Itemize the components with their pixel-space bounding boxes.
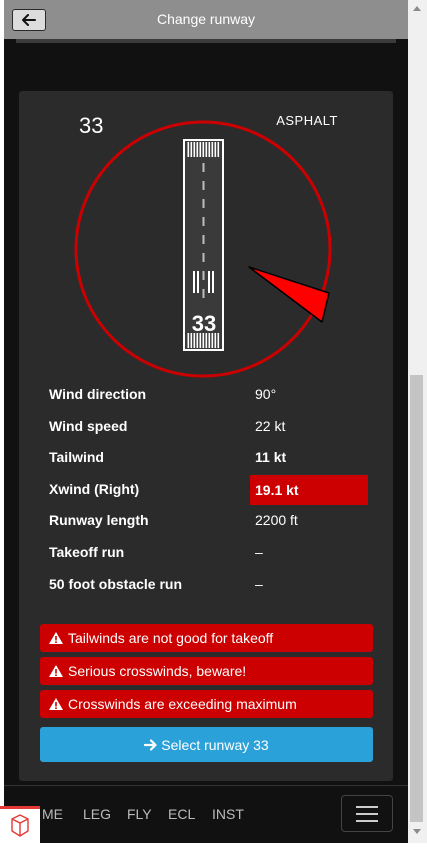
hamburger-icon[interactable] (341, 795, 393, 832)
select-runway-button[interactable]: Select runway 33 (40, 727, 373, 762)
conditions-row: Takeoff run – (41, 537, 381, 569)
condition-label: Takeoff run (49, 543, 125, 560)
scroll-up-icon (413, 6, 421, 11)
condition-label: Runway length (49, 512, 149, 529)
runway-number: 33 (79, 113, 104, 138)
wind-arrow (248, 266, 330, 323)
runway-strip: 33 (183, 139, 224, 351)
conditions-row: Tailwind 11 kt (41, 442, 381, 474)
arrow-right-icon (144, 738, 157, 751)
alert-text: Crosswinds are exceeding maximum (68, 696, 297, 712)
select-runway-label: Select runway 33 (161, 736, 269, 753)
page-title: Change runway (156, 11, 256, 27)
top-bar: Change runway (4, 0, 408, 39)
app-logo (0, 806, 40, 846)
alert-message: Serious crosswinds, beware! (40, 657, 373, 685)
alert-text: Serious crosswinds, beware! (68, 663, 247, 679)
alert-text: Tailwinds are not good for takeoff (68, 630, 274, 646)
conditions-row: Xwind (Right) 19.1 kt (41, 474, 381, 506)
conditions-row: Wind speed 22 kt (41, 411, 381, 443)
nav-item-leg[interactable]: LEG (83, 806, 111, 822)
condition-value: 90° (255, 386, 277, 402)
conditions-row: Runway length 2200 ft (41, 505, 381, 537)
scrollbar[interactable] (408, 0, 427, 843)
conditions-table: Wind direction 90° Wind speed 22 kt Tailwind… (41, 379, 381, 600)
warning-icon (48, 664, 64, 678)
nav-item-ecl[interactable]: ECL (168, 806, 195, 822)
condition-value: 19.1 kt (250, 474, 368, 505)
alert-message: Crosswinds are exceeding maximum (40, 690, 373, 718)
runway-card: 33 33 ASPHALT Wind direction 90° Wind spee… (19, 91, 393, 781)
condition-label: Tailwind (49, 449, 104, 466)
runway-compass: 33 (74, 120, 332, 378)
scroll-down-icon (413, 829, 421, 834)
condition-value: – (255, 543, 263, 560)
nav-item-inst[interactable]: INST (212, 806, 244, 822)
scrollbar-thumb (410, 375, 423, 822)
warning-icon (48, 697, 64, 711)
header-divider (16, 39, 396, 43)
runway-painted-number: 33 (192, 311, 216, 336)
condition-value: – (255, 575, 263, 592)
laravel-logo-icon (11, 814, 29, 837)
alert-message: Tailwinds are not good for takeoff (40, 624, 373, 652)
condition-label: Wind direction (49, 386, 147, 402)
nav-item-fly[interactable]: FLY (127, 806, 152, 822)
condition-value: 2200 ft (255, 512, 298, 529)
condition-label: 50 foot obstacle run (49, 575, 183, 592)
conditions-row: 50 foot obstacle run – (41, 569, 381, 601)
app-screen: Change runway 33 33 ASPHALT Wind directi… (4, 0, 408, 843)
condition-value: 11 kt (255, 449, 287, 466)
bottom-nav: ME LEG FLY ECL INST (4, 785, 408, 843)
warning-icon (48, 631, 64, 645)
condition-value: 22 kt (255, 417, 286, 434)
condition-label: Wind speed (49, 417, 128, 434)
runway-surface: ASPHALT (276, 113, 338, 128)
nav-item-me[interactable]: ME (42, 806, 63, 822)
condition-label: Xwind (Right) (49, 480, 140, 497)
conditions-row: Wind direction 90° (41, 379, 381, 411)
